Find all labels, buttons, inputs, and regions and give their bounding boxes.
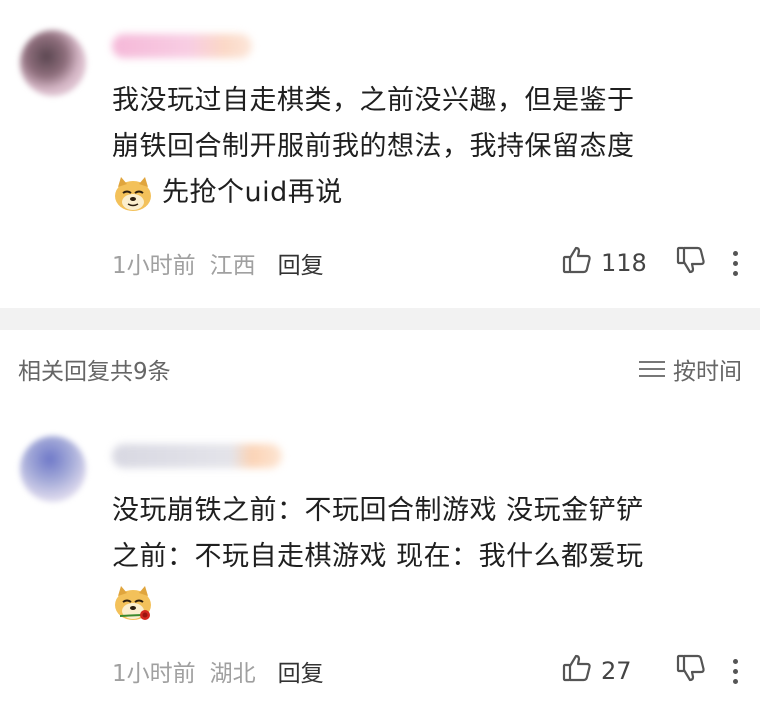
reply-button[interactable]: 回复 [278,246,324,280]
menu-lines-icon [639,361,665,377]
like-count: 27 [601,657,632,685]
username-blurred[interactable] [112,444,282,468]
dislike-button[interactable] [675,652,707,690]
section-divider [0,308,760,330]
comment-meta: 1小时前 江西 回复 [112,246,324,280]
comment-text-tail: 先抢个uid再说 [162,177,343,208]
reply-button[interactable]: 回复 [278,654,324,688]
doge-emoji [112,175,154,213]
comment-time: 1小时前 [112,661,196,687]
thumbs-down-icon [675,652,707,690]
comment-text-line: 之前：不玩自走棋游戏 现在：我什么都爱玩 [112,541,644,572]
more-vertical-icon[interactable] [729,250,742,276]
comment-text-line: 没玩崩铁之前：不玩回合制游戏 没玩金铲铲 [112,495,644,526]
comment-actions: 118 [561,244,742,282]
thumbs-up-icon [561,244,593,282]
comment-time: 1小时前 [112,253,196,279]
like-button[interactable]: 27 [561,652,651,690]
replies-header: 相关回复共9条 按时间 [18,352,742,386]
comment-meta: 1小时前 湖北 回复 [112,654,324,688]
avatar[interactable] [20,436,86,502]
sort-label: 按时间 [673,359,742,385]
more-vertical-icon[interactable] [729,658,742,684]
comment-location: 湖北 [209,661,256,687]
comment-actions: 27 [561,652,742,690]
comment-text: 没玩崩铁之前：不玩回合制游戏 没玩金铲铲 之前：不玩自走棋游戏 现在：我什么都爱… [112,488,742,626]
like-button[interactable]: 118 [561,244,651,282]
comment-text-line: 崩铁回合制开服前我的想法，我持保留态度 [112,131,635,162]
avatar[interactable] [20,30,86,96]
comment-text-line: 我没玩过自走棋类，之前没兴趣，但是鉴于 [112,85,635,116]
dislike-button[interactable] [675,244,707,282]
thumbs-down-icon [675,244,707,282]
replies-count-label: 相关回复共9条 [18,359,171,385]
comment-text: 我没玩过自走棋类，之前没兴趣，但是鉴于 崩铁回合制开服前我的想法，我持保留态度 … [112,78,742,216]
thumbs-up-icon [561,652,593,690]
username-blurred[interactable] [112,34,252,58]
comment-location: 江西 [209,253,256,279]
doge-rose-emoji [112,585,154,623]
sort-button[interactable]: 按时间 [639,352,742,386]
like-count: 118 [601,249,647,277]
